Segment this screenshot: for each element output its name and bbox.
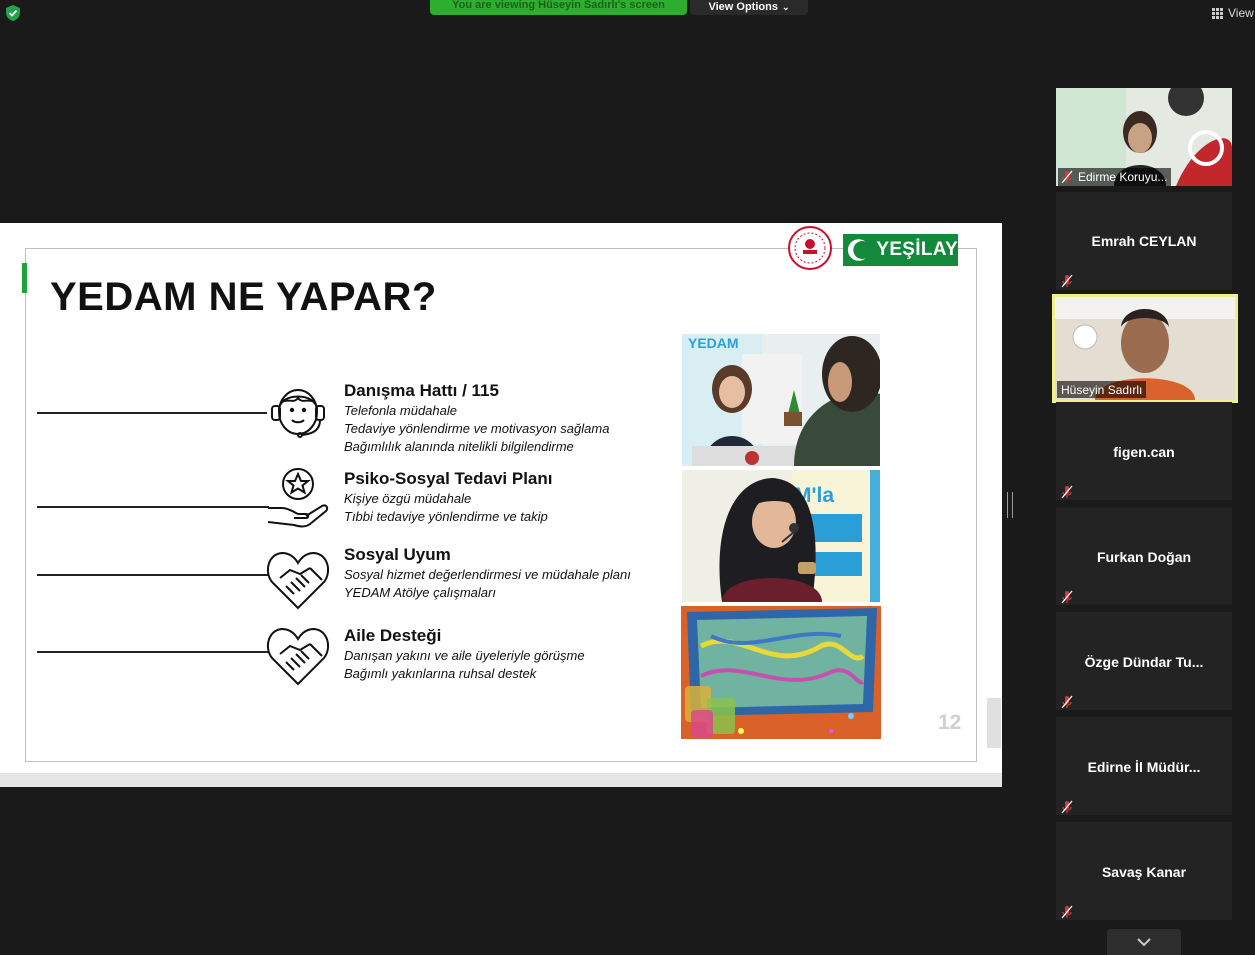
yesilay-logo: YEŞİLAY	[843, 234, 958, 266]
item-title: Sosyal Uyum	[344, 545, 451, 564]
view-layout-button[interactable]: View	[1212, 4, 1255, 22]
participant-name: Hüseyin Sadırlı	[1061, 382, 1143, 397]
participant-name: Emrah CEYLAN	[1091, 233, 1197, 249]
view-options-label: View Options	[708, 1, 778, 13]
art-workshop-photo	[681, 606, 881, 739]
security-shield-icon[interactable]	[4, 4, 22, 22]
item-line: Bağımlı yakınlarına ruhsal destek	[344, 666, 537, 681]
view-label: View	[1228, 6, 1254, 20]
photo-yedam-text: YEDAM	[688, 335, 739, 351]
ministry-logo	[787, 225, 833, 271]
mic-muted-icon	[1061, 274, 1073, 288]
view-options-button[interactable]: View Options ⌄	[690, 0, 808, 15]
active-speaker-tile[interactable]: Hüseyin Sadırlı	[1052, 294, 1238, 403]
participant-tile[interactable]: Emrah CEYLAN	[1056, 192, 1232, 290]
yesilay-logo-text: YEŞİLAY	[876, 239, 958, 260]
item-title: Aile Desteği	[344, 626, 442, 645]
participant-tile[interactable]: Özge Dündar Tu...	[1056, 612, 1232, 710]
counseling-photo: YEDAM	[682, 334, 880, 466]
connector-line	[37, 412, 267, 414]
mic-muted-icon	[1061, 800, 1073, 814]
participant-name: Özge Dündar Tu...	[1084, 654, 1204, 670]
chevron-down-icon: ⌄	[781, 2, 790, 12]
item-title: Psiko-Sosyal Tedavi Planı	[344, 469, 553, 488]
participant-name: Savaş Kanar	[1101, 864, 1187, 880]
mic-muted-icon	[1061, 590, 1073, 604]
crescent-icon	[847, 239, 871, 261]
participant-name: Edirne İl Müdür...	[1087, 759, 1201, 775]
participant-name: figen.can	[1113, 444, 1175, 460]
mic-muted-icon	[1061, 170, 1073, 184]
heart-handshake-icon	[264, 624, 332, 688]
item-title: Danışma Hattı / 115	[344, 381, 499, 400]
item-line: Tedaviye yönlendirme ve motivasyon sağla…	[344, 421, 610, 436]
slide-page-number: 12	[938, 711, 962, 734]
slide-title: YEDAM NE YAPAR?	[50, 275, 437, 319]
item-line: Kişiye özgü müdahale	[344, 491, 472, 506]
heart-handshake-icon	[264, 548, 332, 612]
participant-tile[interactable]: Edirne İl Müdür...	[1056, 717, 1232, 815]
screen-share-banner: You are viewing Hüseyin Sadırlı's screen	[430, 0, 687, 15]
grid-icon	[1212, 7, 1223, 19]
participant-tile[interactable]: figen.can	[1056, 402, 1232, 500]
item-line: YEDAM Atölye çalışmaları	[344, 585, 496, 600]
chevron-down-icon	[1137, 938, 1151, 947]
panel-splitter-handle[interactable]	[1007, 492, 1013, 518]
participant-tile[interactable]: Edirme Koruyu...	[1056, 88, 1232, 186]
participant-tile[interactable]: Savaş Kanar	[1056, 822, 1232, 920]
call-center-photo: M'la	[682, 470, 880, 602]
connector-line	[37, 651, 269, 653]
item-line: Tıbbi tedaviye yönlendirme ve takip	[344, 509, 548, 524]
connector-line	[37, 574, 269, 576]
hand-star-icon	[264, 464, 332, 532]
headset-person-icon	[264, 380, 332, 450]
slide-scroll-handle[interactable]	[987, 698, 1001, 748]
item-line: Danışan yakını ve aile üyeleriyle görüşm…	[344, 648, 585, 663]
mic-muted-icon	[1061, 695, 1073, 709]
connector-line	[37, 506, 269, 508]
item-line: Sosyal hizmet değerlendirmesi ve müdahal…	[344, 567, 631, 582]
participants-scroll-down-button[interactable]	[1107, 929, 1181, 955]
mic-muted-icon	[1061, 905, 1073, 919]
participant-tile[interactable]: Furkan Doğan	[1056, 507, 1232, 605]
mic-muted-icon	[1061, 485, 1073, 499]
participant-name: Furkan Doğan	[1096, 549, 1192, 565]
slide-bottom-strip	[0, 773, 1002, 787]
item-line: Telefonla müdahale	[344, 403, 457, 418]
item-line: Bağımlılık alanında nitelikli bilgilendi…	[344, 439, 574, 454]
title-accent-bar	[22, 263, 27, 293]
participant-name: Edirme Koruyu...	[1078, 170, 1168, 184]
